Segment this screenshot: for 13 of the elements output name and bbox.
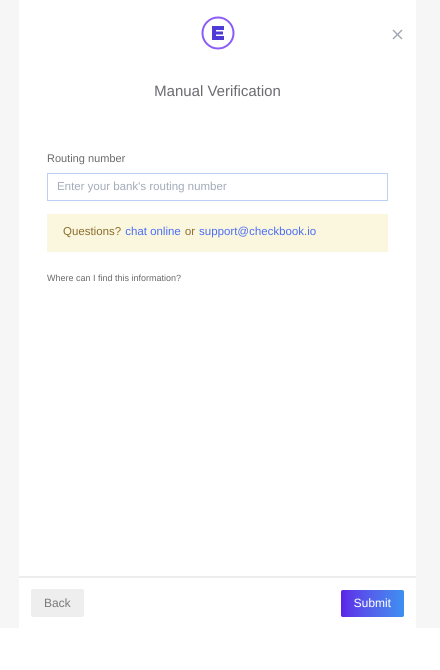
back-button[interactable]: Back (31, 589, 84, 617)
notice-text: or (184, 225, 196, 240)
dialog-title: Manual Verification (153, 82, 282, 102)
email-link[interactable]: support@checkbook.io (199, 224, 316, 242)
close-button[interactable] (390, 27, 404, 41)
routing-number-field[interactable]: Enter your bank's routing number (47, 173, 388, 201)
field-label: Routing number (47, 152, 126, 166)
logo-icon (200, 16, 234, 50)
close-icon (392, 28, 402, 40)
help-link[interactable]: Where can I find this information? (47, 272, 182, 286)
submit-button[interactable]: Submit (340, 590, 404, 616)
notice-text: Questions? (63, 225, 122, 240)
chat-link[interactable]: chat online (125, 224, 181, 242)
